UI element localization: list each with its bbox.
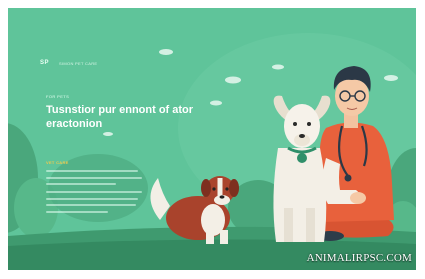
puppy-ear bbox=[201, 179, 211, 197]
text-line bbox=[46, 197, 138, 200]
hero-banner: SP SIMON PET CARE FOR PETS Tusnstior pur… bbox=[8, 8, 416, 270]
text-line bbox=[46, 204, 136, 206]
hero-eyebrow: FOR PETS bbox=[46, 94, 70, 99]
text-line bbox=[46, 170, 138, 172]
puppy-nose bbox=[219, 195, 225, 199]
text-line bbox=[46, 176, 142, 179]
hero-subhead: VET CARE bbox=[46, 160, 69, 165]
hero-illustration bbox=[8, 8, 416, 270]
text-line bbox=[46, 210, 108, 213]
white-dog-nose bbox=[299, 134, 305, 138]
hero-headline: Tusnstior pur ennont of ator eractonion bbox=[46, 104, 194, 130]
brand-name: SIMON PET CARE bbox=[59, 60, 98, 66]
brand: SP SIMON PET CARE bbox=[40, 60, 97, 66]
cloud bbox=[103, 132, 113, 136]
puppy-ear bbox=[229, 179, 239, 197]
hero-body-placeholder bbox=[46, 170, 142, 217]
tag-icon bbox=[297, 153, 307, 163]
watermark: ANIMALIRPSC.COM bbox=[306, 252, 412, 264]
cloud bbox=[384, 75, 398, 81]
white-dog-leg bbox=[284, 208, 293, 242]
white-dog-leg bbox=[306, 208, 315, 242]
brand-logo: SP bbox=[40, 60, 50, 66]
text-line bbox=[46, 191, 142, 193]
cloud bbox=[210, 100, 222, 106]
cloud bbox=[272, 64, 284, 70]
text-line bbox=[46, 183, 116, 185]
cloud bbox=[159, 49, 173, 55]
vet-hand bbox=[350, 192, 366, 204]
cloud bbox=[225, 76, 241, 84]
puppy-leg bbox=[206, 230, 214, 244]
puppy-leg bbox=[220, 230, 228, 244]
